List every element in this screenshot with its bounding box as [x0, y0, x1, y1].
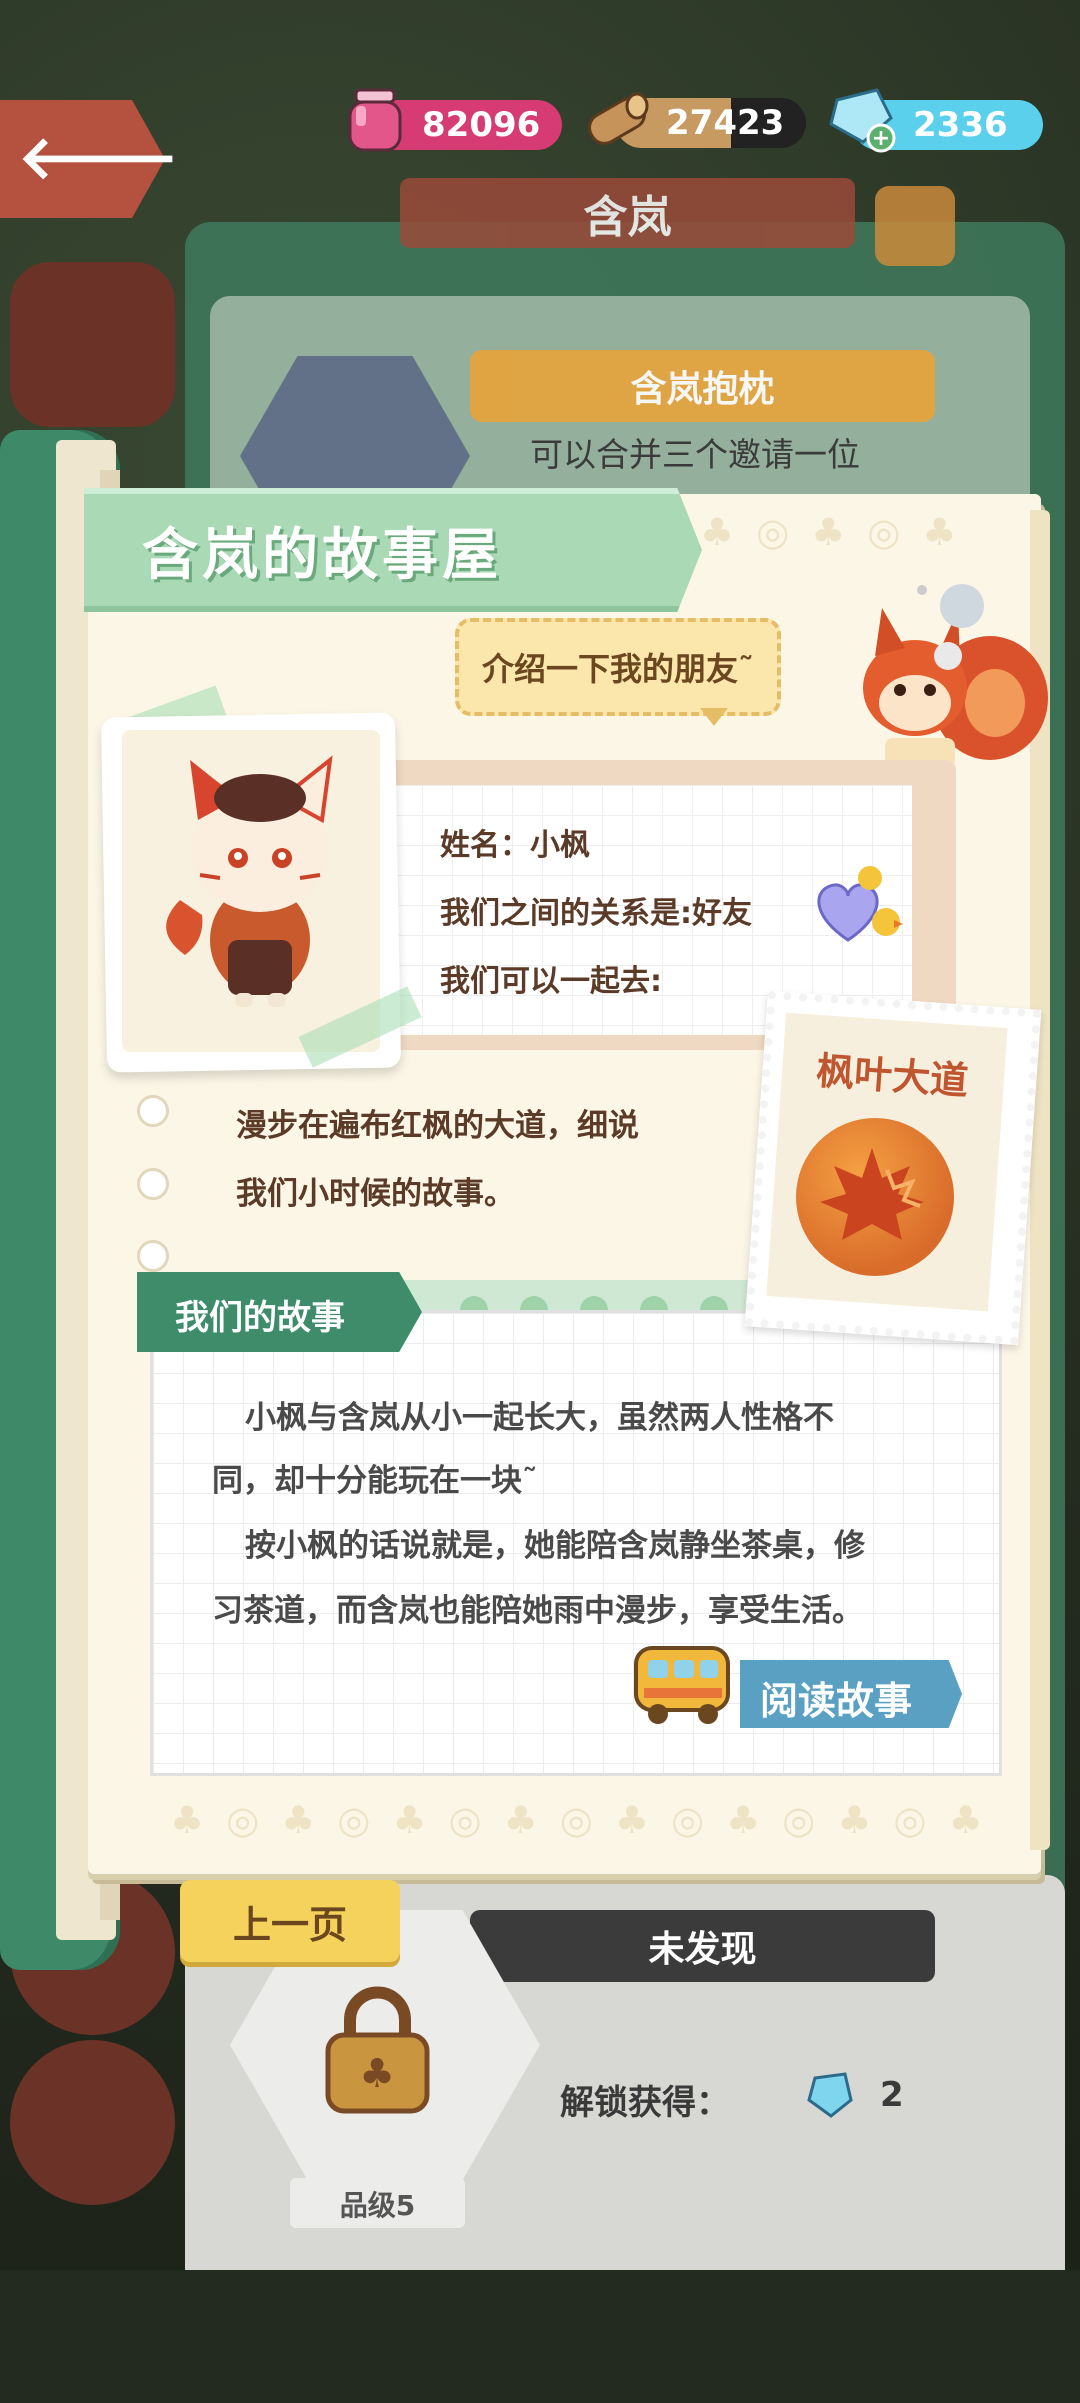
item-card-title: 含岚抱枕: [470, 350, 935, 422]
friendship-hearts-icon: [817, 866, 903, 942]
page-pattern-bottom: ♣◎♣◎♣◎♣◎♣◎♣◎♣◎♣: [170, 1798, 1005, 1842]
gem-icon: [807, 2072, 853, 2118]
unlock-reward-count: 2: [880, 2075, 904, 2115]
friend-cat-portrait: [166, 755, 333, 1007]
back-arrow-icon: 🡐: [18, 128, 179, 188]
squirrel-character: [863, 584, 1048, 768]
story-line: 同，却十分能玩在一块˜: [212, 1463, 538, 1499]
item-card-text: 可以合并三个邀请一位: [530, 435, 860, 474]
previous-page-button[interactable]: 上一页: [180, 1880, 400, 1962]
character-title-bar: 含岚: [400, 178, 855, 248]
story-line: 按小枫的话说就是，她能陪含岚静坐茶桌，修: [245, 1528, 865, 1564]
read-story-label[interactable]: 阅读故事: [760, 1670, 912, 1725]
binder-ring: [137, 1240, 169, 1272]
maple-leaf-icon: [820, 1148, 924, 1240]
undiscovered-title: 未发现: [470, 1910, 935, 1982]
story-line: 习茶道，而含岚也能陪她雨中漫步，享受生活。: [212, 1593, 863, 1629]
speech-bubble-tail: [700, 708, 728, 726]
page-pattern-top: ♣◎♣◎♣: [700, 510, 979, 554]
location-description-line: 漫步在遍布红枫的大道，细说: [236, 1108, 639, 1144]
binder-ring: [137, 1095, 169, 1127]
friend-name: 姓名：小枫: [440, 828, 590, 863]
location-description-line: 我们小时候的故事。: [236, 1176, 515, 1212]
svg-text:♣: ♣: [359, 2051, 395, 2097]
side-menu-button[interactable]: [10, 262, 175, 427]
grade-label: 品级5: [290, 2178, 465, 2228]
gem-add-icon[interactable]: +: [825, 84, 901, 154]
hand-pointer-button[interactable]: [10, 2040, 175, 2205]
bottom-scene-strip: [0, 2270, 1080, 2403]
speech-bubble: 介绍一下我的朋友˜: [455, 618, 781, 716]
friend-activity: 我们可以一起去:: [440, 964, 662, 999]
unlock-reward-label: 解锁获得：: [560, 2083, 730, 2123]
gem-amount: 2336: [913, 105, 1008, 145]
story-section-title: 我们的故事: [175, 1298, 345, 1338]
wood-amount: 27423: [666, 103, 785, 143]
bus-icon: [634, 1646, 730, 1724]
story-line: 小枫与含岚从小一起长大，虽然两人性格不: [245, 1400, 834, 1436]
svg-text:+: +: [872, 126, 890, 151]
page-title: 含岚的故事屋: [142, 523, 502, 588]
ink-amount: 82096: [422, 105, 541, 145]
friend-relation: 我们之间的关系是:好友: [440, 896, 752, 931]
wood-log-icon: [588, 92, 649, 145]
ink-jar-icon: [348, 88, 402, 152]
book-icon-button[interactable]: [875, 186, 955, 266]
padlock-icon: ♣: [325, 1986, 430, 2114]
binder-ring: [137, 1168, 169, 1200]
